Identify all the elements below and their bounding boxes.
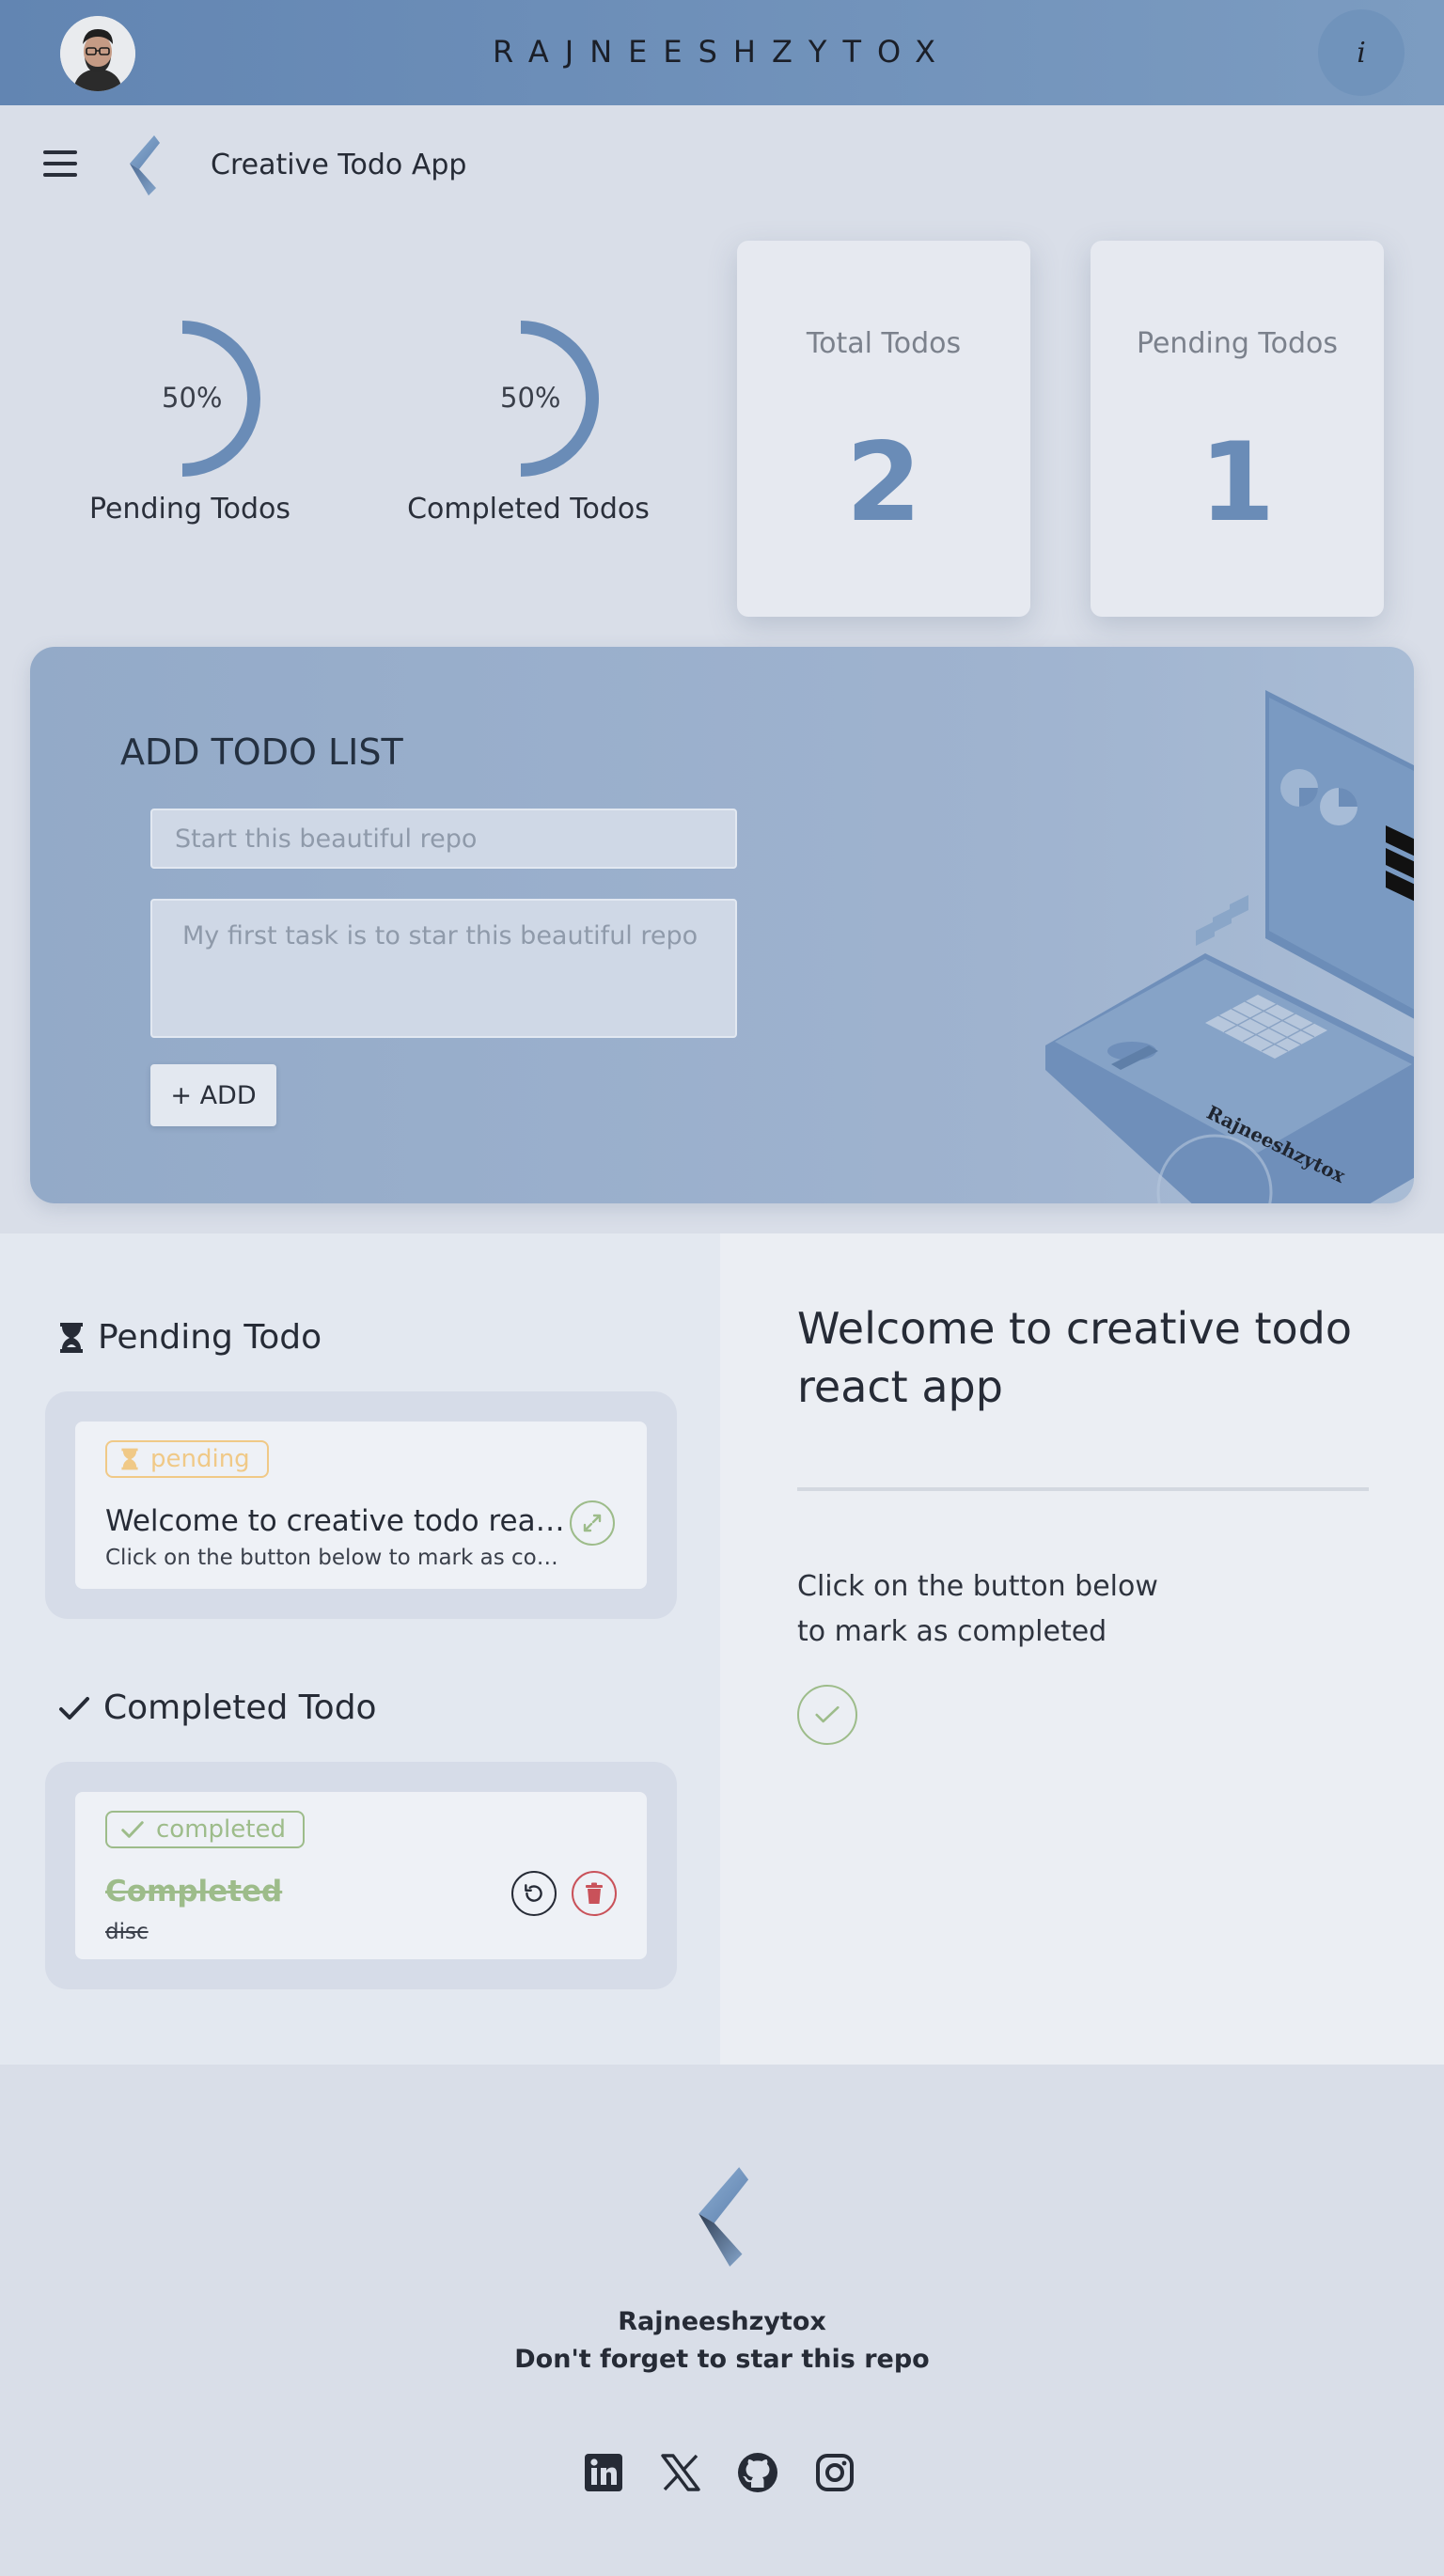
pending-ring-label: Pending Todos xyxy=(88,493,291,526)
hamburger-menu-icon[interactable] xyxy=(43,150,77,179)
total-todos-title: Total Todos xyxy=(806,327,962,360)
completed-percent: 50% xyxy=(500,382,561,414)
delete-button[interactable] xyxy=(572,1871,617,1916)
completed-badge-label: completed xyxy=(156,1815,286,1844)
completed-badge: completed xyxy=(105,1811,305,1848)
todo-detail-panel: Welcome to creative todo react app Click… xyxy=(720,1233,1444,2065)
add-todo-button[interactable]: + ADD xyxy=(150,1064,276,1126)
todo-description-input[interactable] xyxy=(150,899,737,1038)
pending-badge: pending xyxy=(105,1440,269,1478)
detail-description: Click on the button below to mark as com… xyxy=(797,1570,1158,1648)
hourglass-icon xyxy=(60,1322,83,1353)
pending-todo-title: Welcome to creative todo react app xyxy=(105,1504,566,1538)
app-logo xyxy=(122,132,165,199)
pending-section-title: Pending Todo xyxy=(98,1318,322,1357)
pending-badge-label: pending xyxy=(150,1445,250,1473)
detail-divider xyxy=(797,1487,1369,1491)
completed-section-title: Completed Todo xyxy=(103,1689,377,1727)
laptop-illustration: Rajneeshzytox xyxy=(1017,684,1414,1203)
undo-icon xyxy=(525,1884,542,1902)
check-icon xyxy=(815,1705,840,1723)
checkmark-icon xyxy=(121,1821,144,1838)
pending-todos-count: 1 xyxy=(1199,419,1276,546)
info-button[interactable]: i xyxy=(1318,9,1405,96)
expand-arrows-icon xyxy=(583,1514,602,1532)
linkedin-icon[interactable] xyxy=(583,2452,624,2493)
completed-todo-title: Completed xyxy=(105,1875,283,1908)
detail-title: Welcome to creative todo react app xyxy=(797,1303,1353,1412)
pending-todos-card: Pending Todos 1 xyxy=(1091,241,1384,617)
footer-logo xyxy=(686,2153,758,2281)
add-todo-title: ADD TODO LIST xyxy=(120,731,403,773)
pending-todo-desc: Click on the button below to mark as com… xyxy=(105,1546,575,1570)
completed-list: completed Completed disc xyxy=(45,1762,677,1989)
total-todos-count: 2 xyxy=(845,419,922,546)
social-links xyxy=(583,2452,855,2493)
completed-ring-label: Completed Todos xyxy=(407,493,650,526)
pending-todos-title: Pending Todos xyxy=(1136,327,1339,360)
footer: Rajneeshzytox Don't forget to star this … xyxy=(0,2065,1444,2576)
completed-section-heading: Completed Todo xyxy=(58,1689,377,1727)
top-banner: RAJNEESHZYTOX i xyxy=(0,0,1444,105)
mark-complete-button[interactable] xyxy=(797,1685,857,1745)
footer-author-name: Rajneeshzytox xyxy=(618,2307,826,2336)
completed-todo-card[interactable]: completed Completed disc xyxy=(75,1792,647,1959)
todo-lists-column: Pending Todo pending Welcome to creative… xyxy=(0,1233,720,2065)
trash-icon xyxy=(586,1882,603,1904)
checkmark-icon xyxy=(59,1696,89,1720)
add-todo-panel: ADD TODO LIST + ADD xyxy=(30,647,1414,1203)
x-icon[interactable] xyxy=(660,2452,701,2493)
total-todos-card: Total Todos 2 xyxy=(737,241,1030,617)
footer-tagline: Don't forget to star this repo xyxy=(514,2345,930,2374)
github-icon[interactable] xyxy=(737,2452,778,2493)
pending-todo-card[interactable]: pending Welcome to creative todo react a… xyxy=(75,1422,647,1589)
pending-section-heading: Pending Todo xyxy=(58,1318,322,1357)
brand-title: RAJNEESHZYTOX xyxy=(492,34,952,70)
undo-button[interactable] xyxy=(511,1871,557,1916)
pending-list: pending Welcome to creative todo react a… xyxy=(45,1391,677,1619)
app-title: Creative Todo App xyxy=(211,149,467,181)
completed-todo-desc: disc xyxy=(105,1920,149,1944)
hourglass-icon xyxy=(121,1448,138,1470)
instagram-icon[interactable] xyxy=(814,2452,855,2493)
pending-percent: 50% xyxy=(162,382,223,414)
expand-button[interactable] xyxy=(570,1500,615,1546)
todo-title-input[interactable] xyxy=(150,809,737,869)
